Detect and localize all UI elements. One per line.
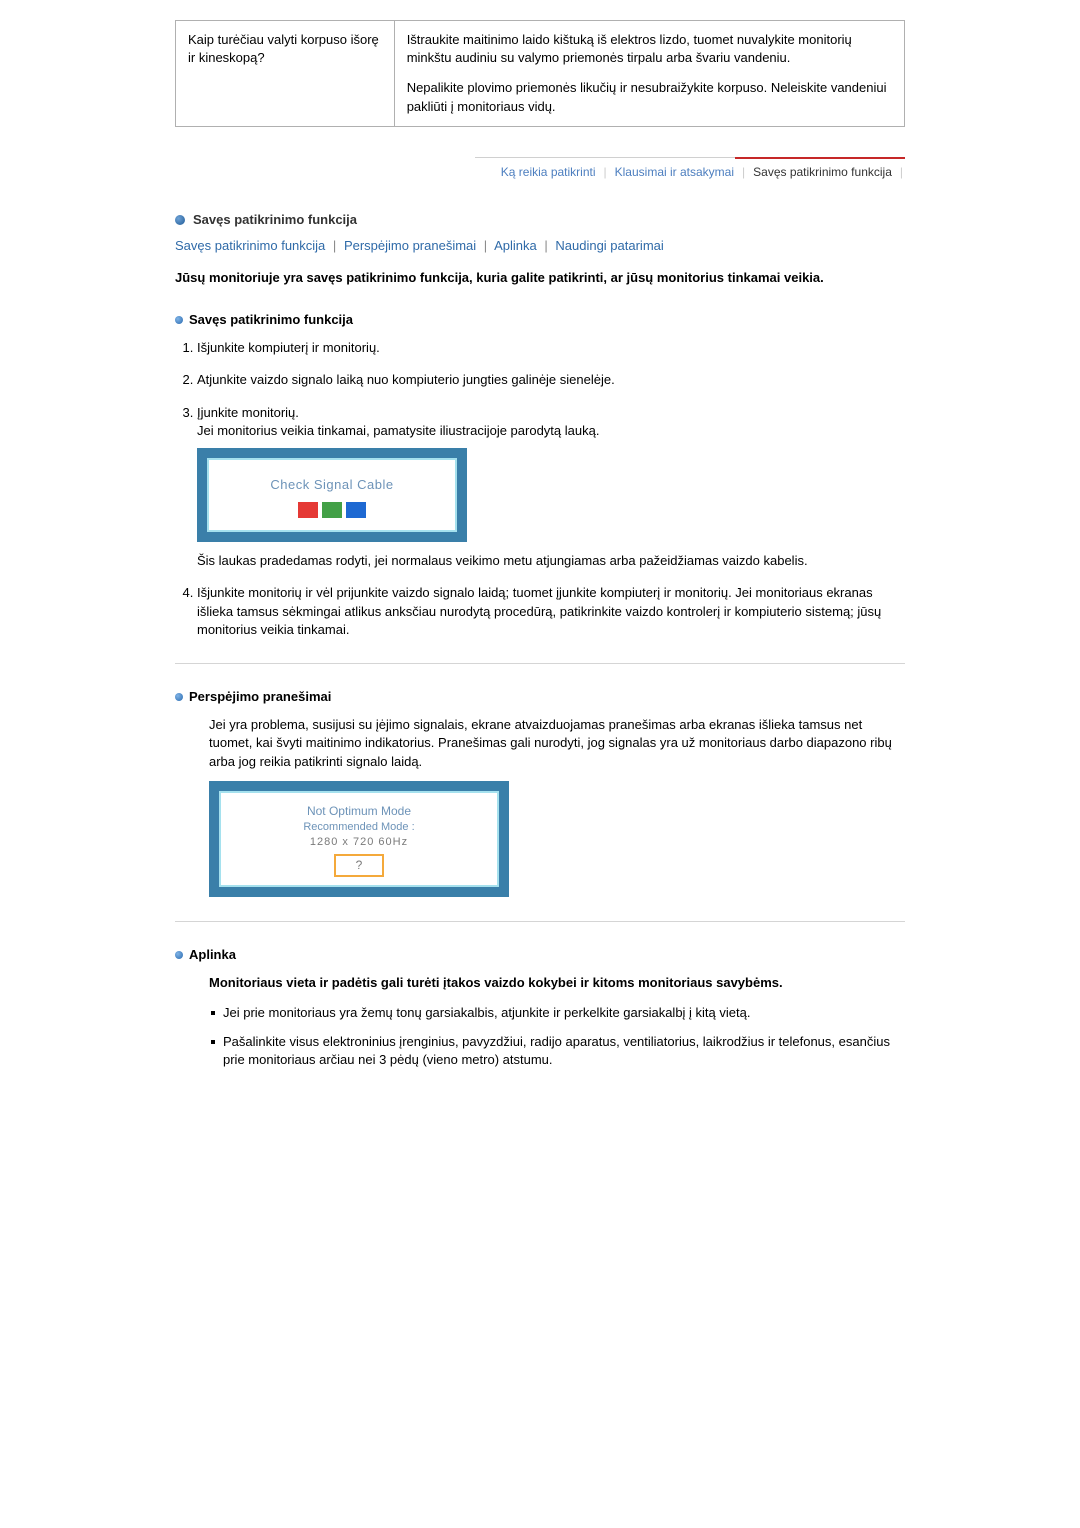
tab-sep: | xyxy=(740,164,747,181)
bullet-icon xyxy=(175,951,183,959)
monitor-illustration-2: Not Optimum Mode Recommended Mode : 1280… xyxy=(209,781,509,897)
step-2: Atjunkite vaizdo signalo laiką nuo kompi… xyxy=(197,371,905,389)
environment-list: Jei prie monitoriaus yra žemų tonų garsi… xyxy=(209,1004,905,1069)
divider xyxy=(175,921,905,922)
step-3: Įjunkite monitorių. Jei monitorius veiki… xyxy=(197,404,905,571)
step-1: Išjunkite kompiuterį ir monitorių. xyxy=(197,339,905,357)
step-4: Išjunkite monitorių ir vėl prijunkite va… xyxy=(197,584,905,639)
anchor-tips[interactable]: Naudingi patarimai xyxy=(555,238,663,253)
tab-check[interactable]: Ką reikia patikrinti xyxy=(495,164,602,181)
intro-bold: Jūsų monitoriuje yra savęs patikrinimo f… xyxy=(175,269,905,287)
tabs-active-indicator xyxy=(735,157,905,159)
qa-question-cell: Kaip turėčiau valyti korpuso išorę ir ki… xyxy=(176,21,395,127)
warnings-para: Jei yra problema, susijusi su įėjimo sig… xyxy=(209,716,905,771)
bullet-icon xyxy=(175,215,185,225)
blue-square-icon xyxy=(346,502,366,518)
resolution-text: 1280 x 720 60Hz xyxy=(231,835,487,850)
red-square-icon xyxy=(298,502,318,518)
bullet-icon xyxy=(175,693,183,701)
section-heading-selftest: Savęs patikrinimo funkcija xyxy=(189,311,353,329)
anchor-warnings[interactable]: Perspėjimo pranešimai xyxy=(344,238,476,253)
env-item-2: Pašalinkite visus elektroninius įrengini… xyxy=(209,1033,905,1069)
anchor-selftest[interactable]: Savęs patikrinimo funkcija xyxy=(175,238,325,253)
tab-selftest[interactable]: Savęs patikrinimo funkcija xyxy=(747,164,898,181)
question-box: ? xyxy=(334,854,384,877)
environment-bold: Monitoriaus vieta ir padėtis gali turėti… xyxy=(209,974,905,992)
step-3a: Įjunkite monitorių. xyxy=(197,405,299,420)
green-square-icon xyxy=(322,502,342,518)
qa-table: Kaip turėčiau valyti korpuso išorę ir ki… xyxy=(175,20,905,127)
tab-qa[interactable]: Klausimai ir atsakymai xyxy=(609,164,740,181)
anchor-links: Savęs patikrinimo funkcija | Perspėjimo … xyxy=(175,237,905,255)
section-heading-warnings: Perspėjimo pranešimai xyxy=(189,688,331,706)
tabs-row: Ką reikia patikrinti | Klausimai ir atsa… xyxy=(475,158,905,181)
step-3b: Jei monitorius veikia tinkamai, pamatysi… xyxy=(197,423,599,438)
selftest-steps: Išjunkite kompiuterį ir monitorių. Atjun… xyxy=(197,339,905,639)
qa-answer-p2: Nepalikite plovimo priemonės likučių ir … xyxy=(407,79,892,115)
page-title: Savęs patikrinimo funkcija xyxy=(193,211,357,229)
recommended-mode-text: Recommended Mode : xyxy=(231,820,487,835)
tab-sep: | xyxy=(602,164,609,181)
anchor-environment[interactable]: Aplinka xyxy=(494,238,537,253)
env-item-1: Jei prie monitoriaus yra žemų tonų garsi… xyxy=(209,1004,905,1022)
divider xyxy=(175,663,905,664)
check-signal-text: Check Signal Cable xyxy=(219,476,445,494)
monitor-illustration-1: Check Signal Cable xyxy=(197,448,467,542)
bullet-icon xyxy=(175,316,183,324)
section-heading-environment: Aplinka xyxy=(189,946,236,964)
not-optimum-text: Not Optimum Mode xyxy=(231,803,487,820)
qa-answer-cell: Ištraukite maitinimo laido kištuką iš el… xyxy=(394,21,904,127)
qa-answer-p1: Ištraukite maitinimo laido kištuką iš el… xyxy=(407,31,892,67)
step-3c: Šis laukas pradedamas rodyti, jei normal… xyxy=(197,552,905,570)
tab-sep: | xyxy=(898,164,905,181)
tabs-underline xyxy=(475,157,905,158)
